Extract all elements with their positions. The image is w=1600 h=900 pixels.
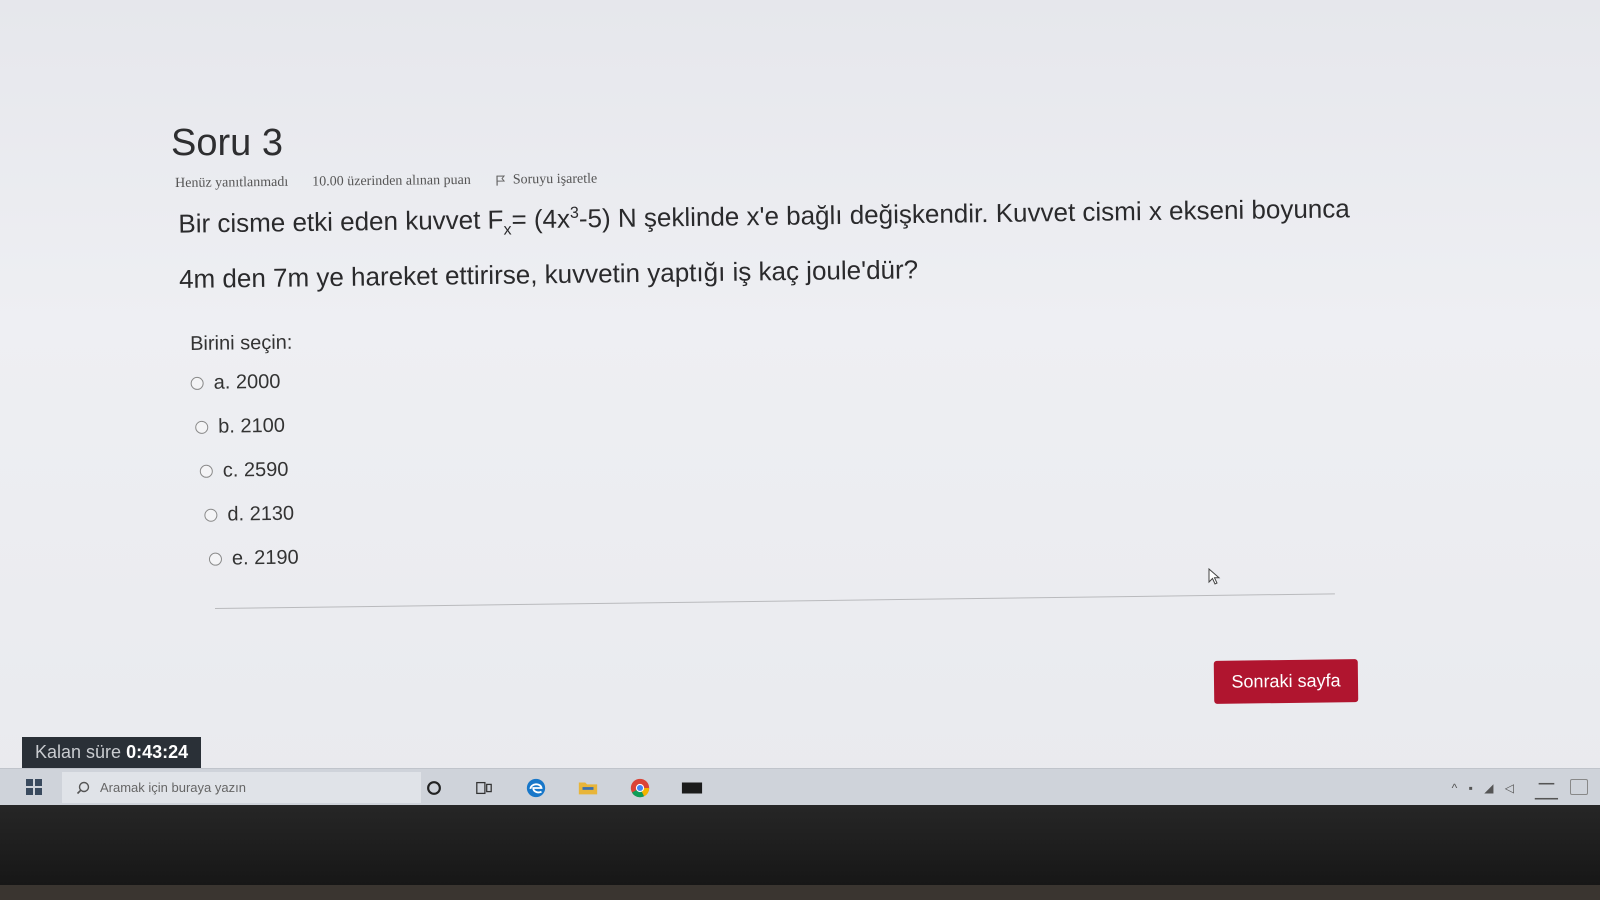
- answer-option-label: a. 2000: [213, 370, 281, 394]
- clock-icon[interactable]: ▁▁ ▁▁▁: [1535, 772, 1558, 802]
- system-tray-icons[interactable]: ^ ▪ ◢ ◁: [1452, 781, 1518, 795]
- timer-value: 0:43:24: [126, 742, 189, 762]
- question-title: Soru 3: [171, 122, 283, 164]
- answer-option-e[interactable]: e. 2190: [208, 542, 299, 576]
- chrome-icon[interactable]: [628, 776, 652, 800]
- taskbar-search-box[interactable]: Aramak için buraya yazın: [62, 772, 421, 803]
- radio-button[interactable]: [190, 376, 204, 390]
- notification-icon[interactable]: [1570, 779, 1588, 795]
- start-icon[interactable]: [26, 779, 42, 795]
- separator: [215, 593, 1335, 609]
- remaining-time-badge: Kalan süre 0:43:24: [22, 737, 202, 768]
- answer-option-b[interactable]: b. 2100: [195, 410, 297, 444]
- radio-button[interactable]: [204, 508, 218, 522]
- question-status: Henüz yanıtlanmadı: [175, 174, 289, 191]
- desk-surface: [0, 885, 1600, 900]
- question-info: Henüz yanıtlanmadı 10.00 üzerinden alına…: [175, 172, 597, 192]
- windows-taskbar: Aramak için buraya yazın ^ ▪ ◢ ◁ ▁▁ ▁▁▁: [0, 768, 1600, 805]
- answer-option-c[interactable]: c. 2590: [199, 454, 298, 488]
- radio-button[interactable]: [199, 464, 213, 478]
- timer-label: Kalan süre: [35, 742, 122, 762]
- search-placeholder: Aramak için buraya yazın: [100, 780, 246, 795]
- answer-block: Birini seçin: a. 2000 b. 2100 c. 2590 d.…: [190, 332, 299, 587]
- next-page-button[interactable]: Sonraki sayfa: [1213, 659, 1359, 704]
- answer-option-label: e. 2190: [231, 546, 299, 570]
- cortana-icon[interactable]: [422, 776, 446, 800]
- browser-screen: Soru 3 Henüz yanıtlanmadı 10.00 üzerinde…: [0, 0, 1600, 805]
- edge-icon[interactable]: [524, 776, 548, 800]
- question-text-superscript: 3: [569, 204, 579, 222]
- answer-prompt: Birini seçin:: [190, 331, 293, 355]
- answer-option-label: d. 2130: [227, 502, 295, 526]
- answer-option-d[interactable]: d. 2130: [204, 498, 298, 532]
- answer-option-label: b. 2100: [218, 414, 286, 438]
- radio-button[interactable]: [208, 552, 223, 566]
- radio-button[interactable]: [195, 420, 209, 434]
- mouse-cursor-icon: [1208, 568, 1221, 585]
- file-explorer-icon[interactable]: [576, 776, 600, 800]
- task-view-icon[interactable]: [472, 776, 496, 800]
- answer-option-a[interactable]: a. 2000: [190, 366, 296, 400]
- question-text-part2: = (4x: [511, 203, 571, 235]
- question-text: Bir cisme etki eden kuvvet Fx= (4x3-5) N…: [178, 181, 1359, 302]
- flag-question-label: Soruyu işaretle: [512, 171, 598, 188]
- flag-question-link[interactable]: Soruyu işaretle: [495, 172, 598, 189]
- answer-option-label: c. 2590: [222, 458, 289, 482]
- question-grade: 10.00 üzerinden alınan puan: [312, 172, 471, 190]
- question-text-part1: Bir cisme etki eden kuvvet F: [178, 204, 504, 239]
- terminal-icon[interactable]: [680, 776, 704, 800]
- flag-icon: [496, 175, 505, 186]
- search-icon: [76, 781, 90, 794]
